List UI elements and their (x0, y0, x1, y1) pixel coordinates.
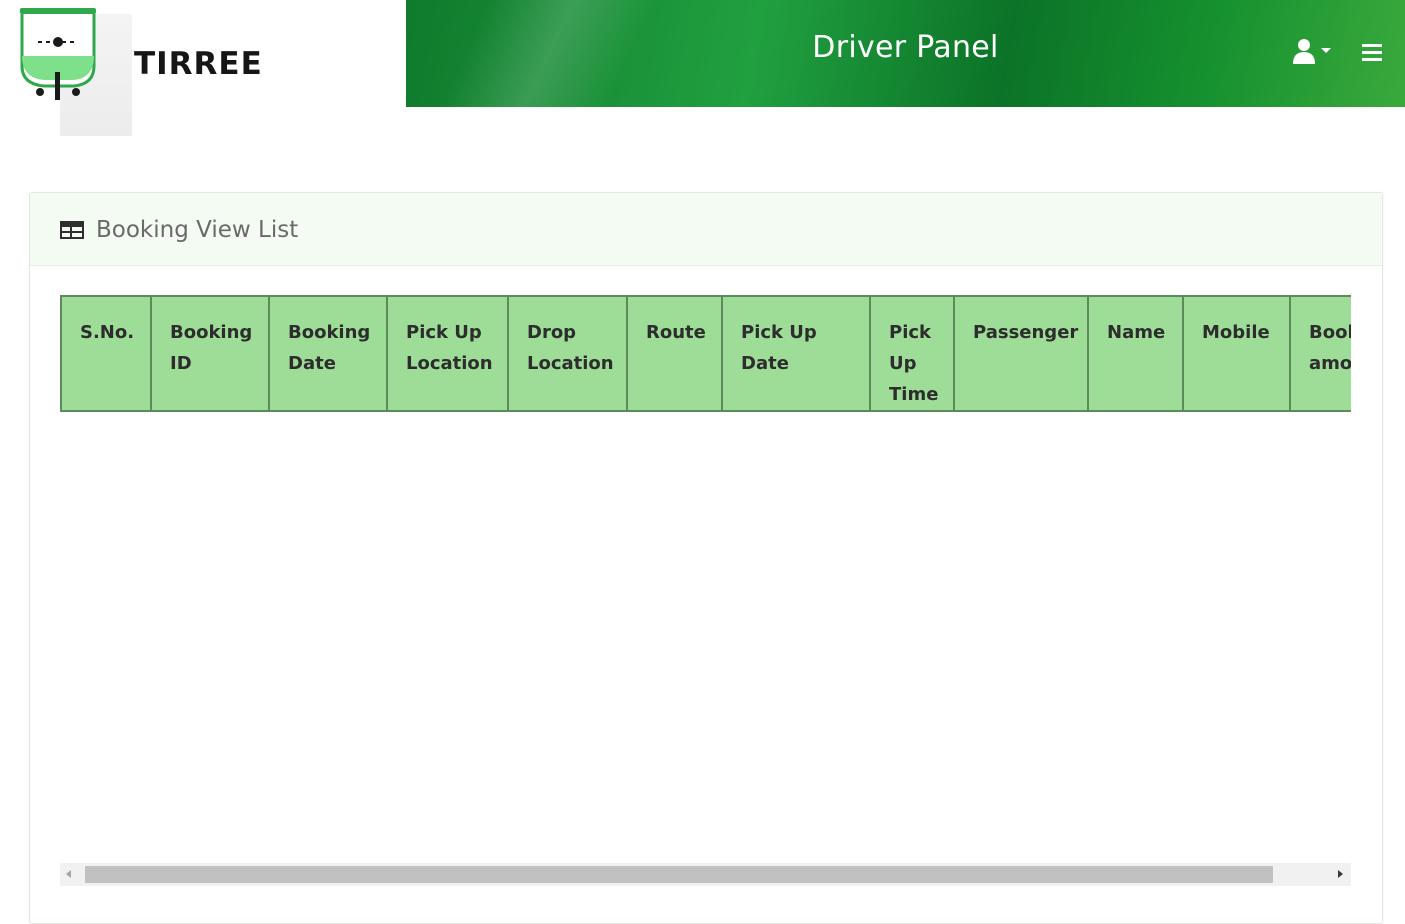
caret-down-icon (1321, 48, 1331, 53)
table-header-row: S.No. Booking ID Booking Date Pick Up Lo… (60, 295, 1351, 412)
horizontal-scrollbar[interactable] (60, 863, 1351, 886)
auto-rickshaw-logo-icon (20, 8, 96, 100)
booking-list-card: Booking View List S.No. Booking ID Booki… (29, 192, 1383, 924)
card-title: Booking View List (96, 217, 299, 243)
column-header-booking-id[interactable]: Booking ID (150, 295, 270, 412)
user-menu-button[interactable] (1292, 38, 1332, 64)
column-header-pickup-location[interactable]: Pick Up Location (386, 295, 509, 412)
column-header-passenger[interactable]: Passenger (953, 295, 1089, 412)
card-header: Booking View List (30, 193, 1382, 266)
column-header-booking-amount[interactable]: Booking amount (1289, 295, 1351, 412)
top-header-bar: Driver Panel (406, 0, 1405, 107)
scrollbar-thumb[interactable] (85, 866, 1273, 883)
column-header-booking-date[interactable]: Booking Date (268, 295, 388, 412)
page-title: Driver Panel (812, 30, 999, 65)
hamburger-icon[interactable] (1362, 44, 1382, 62)
column-header-pickup-time[interactable]: Pick Up Time (869, 295, 955, 412)
user-icon (1293, 39, 1315, 64)
scroll-left-arrow-icon[interactable] (66, 870, 71, 878)
column-header-sno[interactable]: S.No. (60, 295, 152, 412)
table-icon (60, 221, 84, 239)
column-header-mobile[interactable]: Mobile (1182, 295, 1291, 412)
column-header-pickup-date[interactable]: Pick Up Date (721, 295, 871, 412)
brand-name: TIRREE (134, 46, 263, 82)
booking-table: S.No. Booking ID Booking Date Pick Up Lo… (60, 295, 1351, 412)
column-header-drop-location[interactable]: Drop Location (507, 295, 628, 412)
column-header-name[interactable]: Name (1087, 295, 1184, 412)
scroll-right-arrow-icon[interactable] (1338, 870, 1343, 878)
booking-table-scroll-area: S.No. Booking ID Booking Date Pick Up Lo… (60, 295, 1351, 429)
brand-area: TIRREE (0, 0, 406, 140)
column-header-route[interactable]: Route (626, 295, 723, 412)
